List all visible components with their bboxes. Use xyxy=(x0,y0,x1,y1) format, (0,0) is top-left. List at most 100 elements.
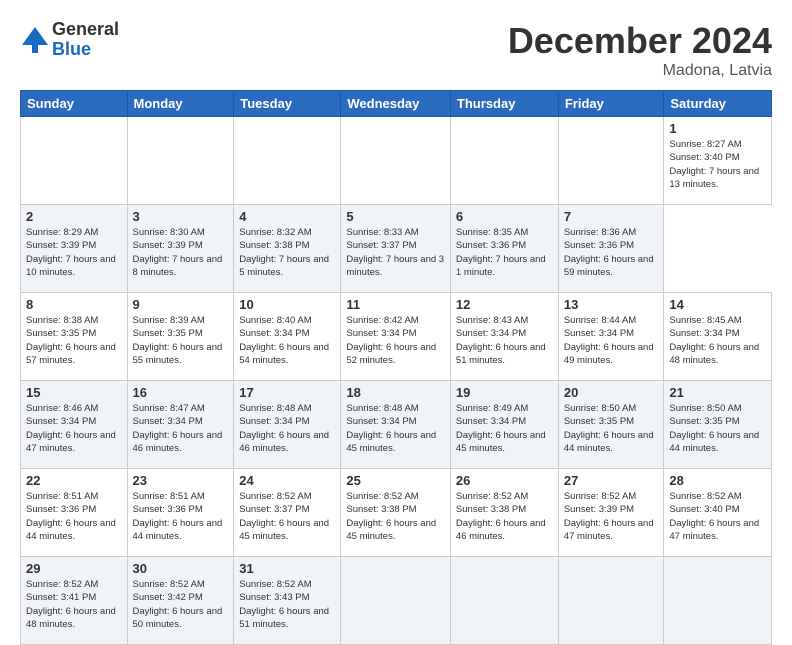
day-number: 31 xyxy=(239,561,335,576)
table-cell xyxy=(21,117,128,205)
day-number: 26 xyxy=(456,473,553,488)
week-row-1: 2 Sunrise: 8:29 AM Sunset: 3:39 PM Dayli… xyxy=(21,205,772,293)
table-cell: 19 Sunrise: 8:49 AM Sunset: 3:34 PM Dayl… xyxy=(450,381,558,469)
week-row-4: 22 Sunrise: 8:51 AM Sunset: 3:36 PM Dayl… xyxy=(21,469,772,557)
col-friday: Friday xyxy=(558,91,664,117)
cell-content: Sunrise: 8:33 AM Sunset: 3:37 PM Dayligh… xyxy=(346,226,445,279)
cell-content: Sunrise: 8:51 AM Sunset: 3:36 PM Dayligh… xyxy=(26,490,122,543)
day-number: 5 xyxy=(346,209,445,224)
cell-content: Sunrise: 8:52 AM Sunset: 3:38 PM Dayligh… xyxy=(346,490,445,543)
table-cell: 4 Sunrise: 8:32 AM Sunset: 3:38 PM Dayli… xyxy=(234,205,341,293)
week-row-5: 29 Sunrise: 8:52 AM Sunset: 3:41 PM Dayl… xyxy=(21,557,772,645)
cell-content: Sunrise: 8:52 AM Sunset: 3:38 PM Dayligh… xyxy=(456,490,553,543)
table-cell: 27 Sunrise: 8:52 AM Sunset: 3:39 PM Dayl… xyxy=(558,469,664,557)
day-number: 15 xyxy=(26,385,122,400)
day-number: 19 xyxy=(456,385,553,400)
header-row: Sunday Monday Tuesday Wednesday Thursday… xyxy=(21,91,772,117)
day-number: 14 xyxy=(669,297,766,312)
cell-content: Sunrise: 8:52 AM Sunset: 3:40 PM Dayligh… xyxy=(669,490,766,543)
day-number: 24 xyxy=(239,473,335,488)
day-number: 17 xyxy=(239,385,335,400)
table-cell: 18 Sunrise: 8:48 AM Sunset: 3:34 PM Dayl… xyxy=(341,381,451,469)
cell-content: Sunrise: 8:29 AM Sunset: 3:39 PM Dayligh… xyxy=(26,226,122,279)
day-number: 25 xyxy=(346,473,445,488)
cell-content: Sunrise: 8:52 AM Sunset: 3:37 PM Dayligh… xyxy=(239,490,335,543)
cell-content: Sunrise: 8:47 AM Sunset: 3:34 PM Dayligh… xyxy=(133,402,229,455)
col-tuesday: Tuesday xyxy=(234,91,341,117)
cell-content: Sunrise: 8:36 AM Sunset: 3:36 PM Dayligh… xyxy=(564,226,659,279)
table-cell: 13 Sunrise: 8:44 AM Sunset: 3:34 PM Dayl… xyxy=(558,293,664,381)
cell-content: Sunrise: 8:50 AM Sunset: 3:35 PM Dayligh… xyxy=(564,402,659,455)
cell-content: Sunrise: 8:30 AM Sunset: 3:39 PM Dayligh… xyxy=(133,226,229,279)
cell-content: Sunrise: 8:52 AM Sunset: 3:39 PM Dayligh… xyxy=(564,490,659,543)
title-section: December 2024 Madona, Latvia xyxy=(508,20,772,80)
calendar-table: Sunday Monday Tuesday Wednesday Thursday… xyxy=(20,90,772,645)
table-cell: 29 Sunrise: 8:52 AM Sunset: 3:41 PM Dayl… xyxy=(21,557,128,645)
table-cell: 25 Sunrise: 8:52 AM Sunset: 3:38 PM Dayl… xyxy=(341,469,451,557)
table-cell: 6 Sunrise: 8:35 AM Sunset: 3:36 PM Dayli… xyxy=(450,205,558,293)
table-cell xyxy=(450,117,558,205)
cell-content: Sunrise: 8:38 AM Sunset: 3:35 PM Dayligh… xyxy=(26,314,122,367)
week-row-2: 8 Sunrise: 8:38 AM Sunset: 3:35 PM Dayli… xyxy=(21,293,772,381)
cell-content: Sunrise: 8:52 AM Sunset: 3:42 PM Dayligh… xyxy=(133,578,229,631)
day-number: 10 xyxy=(239,297,335,312)
table-cell: 14 Sunrise: 8:45 AM Sunset: 3:34 PM Dayl… xyxy=(664,293,772,381)
day-number: 18 xyxy=(346,385,445,400)
logo-text: General Blue xyxy=(52,20,119,60)
day-number: 23 xyxy=(133,473,229,488)
table-cell xyxy=(558,117,664,205)
logo: General Blue xyxy=(20,20,119,60)
table-cell: 22 Sunrise: 8:51 AM Sunset: 3:36 PM Dayl… xyxy=(21,469,128,557)
logo-general-text: General xyxy=(52,20,119,40)
table-cell: 24 Sunrise: 8:52 AM Sunset: 3:37 PM Dayl… xyxy=(234,469,341,557)
table-cell xyxy=(234,117,341,205)
cell-content: Sunrise: 8:48 AM Sunset: 3:34 PM Dayligh… xyxy=(346,402,445,455)
location: Madona, Latvia xyxy=(508,62,772,80)
day-number: 3 xyxy=(133,209,229,224)
cell-content: Sunrise: 8:27 AM Sunset: 3:40 PM Dayligh… xyxy=(669,138,766,191)
table-cell: 30 Sunrise: 8:52 AM Sunset: 3:42 PM Dayl… xyxy=(127,557,234,645)
table-cell: 31 Sunrise: 8:52 AM Sunset: 3:43 PM Dayl… xyxy=(234,557,341,645)
cell-content: Sunrise: 8:51 AM Sunset: 3:36 PM Dayligh… xyxy=(133,490,229,543)
day-number: 30 xyxy=(133,561,229,576)
table-cell: 7 Sunrise: 8:36 AM Sunset: 3:36 PM Dayli… xyxy=(558,205,664,293)
day-number: 20 xyxy=(564,385,659,400)
table-cell: 28 Sunrise: 8:52 AM Sunset: 3:40 PM Dayl… xyxy=(664,469,772,557)
table-cell xyxy=(341,557,451,645)
logo-icon xyxy=(20,25,50,55)
day-number: 21 xyxy=(669,385,766,400)
table-cell: 20 Sunrise: 8:50 AM Sunset: 3:35 PM Dayl… xyxy=(558,381,664,469)
col-thursday: Thursday xyxy=(450,91,558,117)
table-cell: 1 Sunrise: 8:27 AM Sunset: 3:40 PM Dayli… xyxy=(664,117,772,205)
day-number: 27 xyxy=(564,473,659,488)
table-cell: 2 Sunrise: 8:29 AM Sunset: 3:39 PM Dayli… xyxy=(21,205,128,293)
cell-content: Sunrise: 8:43 AM Sunset: 3:34 PM Dayligh… xyxy=(456,314,553,367)
cell-content: Sunrise: 8:40 AM Sunset: 3:34 PM Dayligh… xyxy=(239,314,335,367)
table-cell: 5 Sunrise: 8:33 AM Sunset: 3:37 PM Dayli… xyxy=(341,205,451,293)
table-cell: 21 Sunrise: 8:50 AM Sunset: 3:35 PM Dayl… xyxy=(664,381,772,469)
col-wednesday: Wednesday xyxy=(341,91,451,117)
col-sunday: Sunday xyxy=(21,91,128,117)
cell-content: Sunrise: 8:50 AM Sunset: 3:35 PM Dayligh… xyxy=(669,402,766,455)
day-number: 28 xyxy=(669,473,766,488)
day-number: 7 xyxy=(564,209,659,224)
cell-content: Sunrise: 8:46 AM Sunset: 3:34 PM Dayligh… xyxy=(26,402,122,455)
page: General Blue December 2024 Madona, Latvi… xyxy=(0,0,792,612)
header: General Blue December 2024 Madona, Latvi… xyxy=(20,20,772,80)
table-cell: 8 Sunrise: 8:38 AM Sunset: 3:35 PM Dayli… xyxy=(21,293,128,381)
day-number: 22 xyxy=(26,473,122,488)
cell-content: Sunrise: 8:52 AM Sunset: 3:41 PM Dayligh… xyxy=(26,578,122,631)
day-number: 9 xyxy=(133,297,229,312)
week-row-3: 15 Sunrise: 8:46 AM Sunset: 3:34 PM Dayl… xyxy=(21,381,772,469)
logo-blue-text: Blue xyxy=(52,40,119,60)
table-cell: 23 Sunrise: 8:51 AM Sunset: 3:36 PM Dayl… xyxy=(127,469,234,557)
day-number: 12 xyxy=(456,297,553,312)
week-row-0: 1 Sunrise: 8:27 AM Sunset: 3:40 PM Dayli… xyxy=(21,117,772,205)
cell-content: Sunrise: 8:42 AM Sunset: 3:34 PM Dayligh… xyxy=(346,314,445,367)
cell-content: Sunrise: 8:44 AM Sunset: 3:34 PM Dayligh… xyxy=(564,314,659,367)
day-number: 4 xyxy=(239,209,335,224)
table-cell: 17 Sunrise: 8:48 AM Sunset: 3:34 PM Dayl… xyxy=(234,381,341,469)
table-cell: 16 Sunrise: 8:47 AM Sunset: 3:34 PM Dayl… xyxy=(127,381,234,469)
table-cell: 9 Sunrise: 8:39 AM Sunset: 3:35 PM Dayli… xyxy=(127,293,234,381)
cell-content: Sunrise: 8:45 AM Sunset: 3:34 PM Dayligh… xyxy=(669,314,766,367)
